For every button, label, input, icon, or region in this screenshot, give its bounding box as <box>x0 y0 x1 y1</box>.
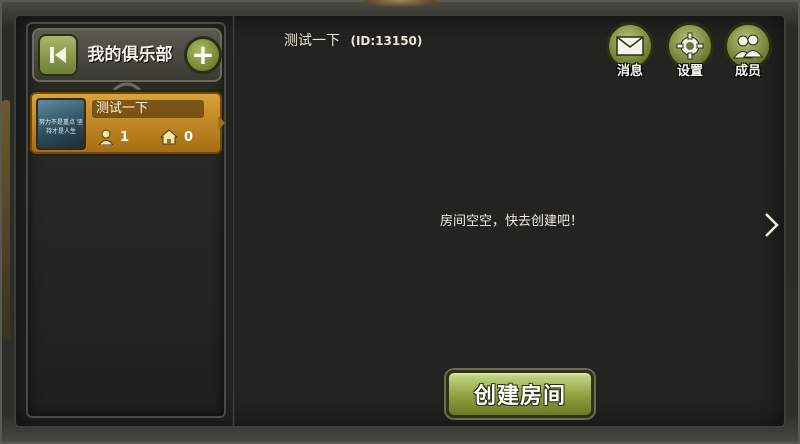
member-count-value: 1 <box>120 129 130 145</box>
top-ornament <box>360 0 440 8</box>
messages-button[interactable]: 消息 <box>604 22 656 79</box>
current-club-heading: 测试一下 (ID:13150) <box>284 30 422 50</box>
empty-rooms-message: 房间空空，快去创建吧！ <box>440 214 584 229</box>
panel-hook-ornament <box>112 82 142 92</box>
settings-label: 设置 <box>676 64 703 79</box>
envelope-icon <box>616 36 644 56</box>
chevron-right-icon[interactable] <box>762 212 780 238</box>
room-count-value: 0 <box>184 129 194 145</box>
left-rail <box>2 100 10 340</box>
panel-divider <box>232 16 235 426</box>
club-list-item[interactable]: 努力不是重点 坚持才是人生 测试一下 1 0 <box>30 92 222 154</box>
settings-button[interactable]: 设置 <box>664 22 716 79</box>
gear-icon <box>676 32 704 60</box>
back-button[interactable] <box>38 34 78 76</box>
house-icon <box>160 129 178 145</box>
club-item-name: 测试一下 <box>92 100 204 118</box>
club-thumbnail: 努力不是重点 坚持才是人生 <box>36 98 86 150</box>
members-label: 成员 <box>734 64 761 79</box>
club-member-count: 1 <box>98 128 129 146</box>
create-room-button[interactable]: 创建房间 <box>446 370 594 418</box>
messages-label: 消息 <box>616 64 643 79</box>
club-section-title: 我的俱乐部 <box>87 45 173 65</box>
people-icon <box>733 34 763 59</box>
back-icon <box>50 47 66 63</box>
current-club-name: 测试一下 <box>284 33 340 49</box>
person-icon <box>98 129 114 145</box>
current-club-id: (ID:13150) <box>350 34 423 48</box>
club-room-count: 0 <box>160 128 193 146</box>
plus-icon: + <box>191 38 215 71</box>
add-club-button[interactable]: + <box>184 36 222 74</box>
members-button[interactable]: 成员 <box>722 22 774 79</box>
selection-pointer <box>218 116 225 130</box>
